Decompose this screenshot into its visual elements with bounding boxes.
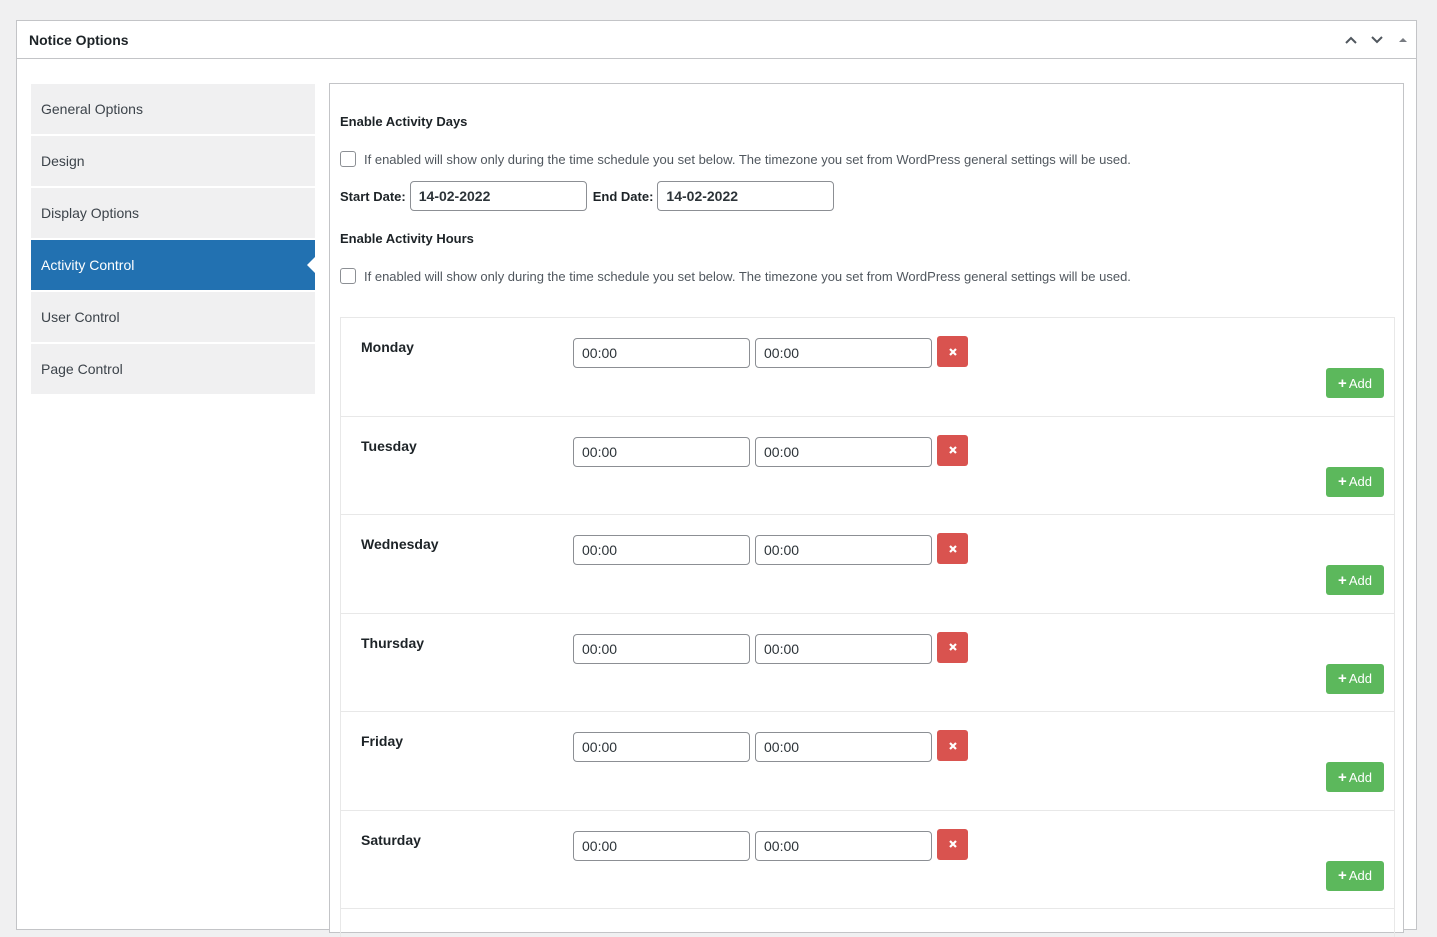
add-time-button[interactable]: + Add [1326, 860, 1384, 891]
add-button-label: Add [1348, 769, 1372, 785]
plus-icon: + [1338, 473, 1347, 490]
time-from-input[interactable]: 00:00 [573, 830, 750, 861]
close-icon [948, 446, 957, 454]
schedule-row-saturday: Saturday 00:00 00:00 + Add [341, 811, 1394, 909]
day-label: Saturday [361, 831, 421, 848]
day-label: Wednesday [361, 536, 439, 552]
sidebar-item-design[interactable]: Design [31, 136, 315, 186]
chevron-up-icon [1345, 36, 1357, 44]
day-label: Friday [361, 733, 404, 749]
sidebar-item-label: Display Options [41, 205, 140, 221]
time-to-input[interactable]: 00:00 [755, 338, 932, 368]
remove-time-button[interactable] [937, 730, 968, 761]
time-to-input[interactable]: 00:00 [755, 830, 932, 861]
plus-icon: + [1338, 768, 1347, 786]
day-label: Thursday [361, 634, 425, 651]
remove-time-button[interactable] [937, 434, 968, 466]
move-down-button[interactable] [1364, 22, 1390, 58]
add-button-label: Add [1348, 474, 1372, 489]
postbox-title: Notice Options [29, 31, 129, 48]
activity-hours-heading: Enable Activity Hours [340, 231, 474, 246]
activity-days-heading: Enable Activity Days [340, 114, 468, 129]
plus-icon: + [1338, 571, 1347, 589]
sidebar-item-general-options[interactable]: General Options [31, 84, 315, 134]
add-time-button[interactable]: + Add [1326, 466, 1384, 497]
activity-hours-checkbox[interactable] [340, 268, 356, 284]
notice-options-postbox: Notice Options General Options Design Di… [16, 20, 1417, 937]
sidebar-item-display-options[interactable]: Display Options [31, 188, 315, 238]
remove-time-button[interactable] [937, 631, 968, 663]
add-button-label: Add [1348, 572, 1372, 588]
add-time-button[interactable]: + Add [1326, 762, 1384, 792]
add-time-button[interactable]: + Add [1326, 368, 1384, 398]
toggle-panel-button[interactable] [1390, 22, 1416, 58]
add-button-label: Add [1348, 671, 1372, 686]
activity-control-panel: Enable Activity Days If enabled will sho… [329, 83, 1404, 937]
time-to-input[interactable]: 00:00 [755, 633, 932, 664]
sidebar-item-label: Design [41, 153, 85, 169]
activity-hours-checkbox-label: If enabled will show only during the tim… [364, 268, 1131, 284]
time-from-input[interactable]: 00:00 [573, 633, 750, 664]
time-to-input[interactable]: 00:00 [755, 436, 932, 467]
sidebar-item-label: General Options [41, 101, 143, 117]
time-from-input[interactable]: 00:00 [573, 436, 750, 467]
end-date-label: End Date: [592, 188, 654, 204]
sidebar-item-label: Page Control [41, 361, 123, 377]
sidebar-item-label: Activity Control [41, 257, 135, 273]
sidebar-item-label: User Control [41, 309, 120, 325]
sidebar-item-user-control[interactable]: User Control [31, 292, 315, 342]
end-date-input[interactable]: 14-02-2022 [657, 181, 835, 211]
weekly-schedule: Monday 00:00 00:00 + Add Tuesday 00:00 00… [340, 317, 1395, 937]
time-to-input[interactable]: 00:00 [755, 732, 932, 762]
activity-hours-checkbox-row: If enabled will show only during the tim… [340, 268, 1131, 284]
activity-days-checkbox-row: If enabled will show only during the tim… [340, 151, 1131, 167]
time-from-input[interactable]: 00:00 [573, 338, 750, 368]
start-date-input[interactable]: 14-02-2022 [409, 181, 587, 211]
activity-days-checkbox[interactable] [340, 151, 356, 167]
schedule-row-friday: Friday 00:00 00:00 + Add [341, 712, 1394, 811]
close-icon [948, 544, 957, 553]
schedule-row-wednesday: Wednesday 00:00 00:00 + Add [341, 515, 1394, 614]
close-icon [948, 840, 957, 848]
add-time-button[interactable]: + Add [1326, 663, 1384, 694]
remove-time-button[interactable] [937, 828, 968, 860]
day-label: Monday [361, 339, 414, 355]
date-range-row: Start Date: 14-02-2022 End Date: 14-02-2… [340, 181, 840, 211]
time-to-input[interactable]: 00:00 [755, 535, 932, 565]
close-icon [948, 741, 957, 750]
add-button-label: Add [1348, 375, 1372, 391]
move-up-button[interactable] [1338, 22, 1364, 58]
remove-time-button[interactable] [937, 533, 968, 564]
chevron-down-icon [1371, 35, 1383, 43]
plus-icon: + [1338, 867, 1347, 884]
plus-icon: + [1338, 670, 1347, 687]
schedule-row-monday: Monday 00:00 00:00 + Add [341, 318, 1394, 417]
time-from-input[interactable]: 00:00 [573, 732, 750, 762]
day-label: Tuesday [361, 437, 417, 454]
plus-icon: + [1338, 374, 1347, 392]
add-button-label: Add [1348, 868, 1372, 883]
remove-time-button[interactable] [937, 336, 968, 367]
schedule-row-tuesday: Tuesday 00:00 00:00 + Add [341, 417, 1394, 515]
close-icon [948, 643, 957, 651]
handle-actions [1338, 21, 1416, 58]
time-from-input[interactable]: 00:00 [573, 535, 750, 565]
options-sidebar: General Options Design Display Options A… [31, 84, 315, 396]
activity-days-checkbox-label: If enabled will show only during the tim… [364, 151, 1131, 167]
close-icon [948, 347, 957, 356]
schedule-row-thursday: Thursday 00:00 00:00 + Add [341, 614, 1394, 712]
postbox-header: Notice Options [17, 21, 1416, 59]
sidebar-item-page-control[interactable]: Page Control [31, 344, 315, 394]
add-time-button[interactable]: + Add [1326, 565, 1384, 595]
start-date-label: Start Date: [340, 188, 406, 204]
sidebar-item-activity-control[interactable]: Activity Control [31, 240, 315, 290]
caret-up-icon [1399, 37, 1407, 42]
